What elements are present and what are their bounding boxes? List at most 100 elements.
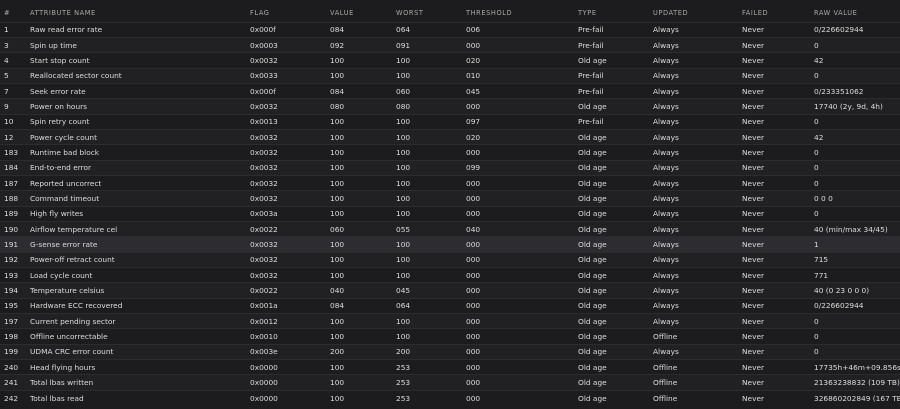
cell-attribute-name: Temperature celsius [30, 286, 105, 296]
table-row[interactable]: 3 Spin up time 0x0003 092 091 000 Pre-fail Alwa… [0, 37, 900, 53]
table-row[interactable]: 194 Temperature celsius 0x0022 040 045 000 Old… [0, 282, 900, 299]
cell-updated: Always [653, 132, 679, 142]
cell-raw-value: 0 [814, 209, 819, 219]
column-header-value[interactable]: VALUE [330, 5, 396, 22]
column-header-updated[interactable]: UPDATED [653, 5, 742, 22]
table-row[interactable]: 193 Load cycle count 0x0032 100 100 000 Old ag… [0, 267, 900, 283]
cell-updated: Always [653, 316, 679, 326]
cell-updated: Always [653, 347, 679, 357]
table-row[interactable]: 10 Spin retry count 0x0013 100 100 097 Pre-fai… [0, 114, 900, 129]
table-row[interactable]: 242 Total lbas read 0x0000 100 253 000 Old age… [0, 390, 900, 405]
table-row[interactable]: 12 Power cycle count 0x0032 100 100 020 Old ag… [0, 129, 900, 145]
cell-attribute-name: Command timeout [30, 193, 100, 203]
cell-raw-value: 0/226602944 [814, 25, 864, 35]
cell-updated: Always [653, 55, 679, 65]
table-row[interactable]: 199 UDMA CRC error count 0x003e 200 200 000 Ol… [0, 344, 900, 360]
cell-flag: 0x0012 [250, 316, 278, 326]
table-row[interactable]: 183 Runtime bad block 0x0032 100 100 000 Old a… [0, 144, 900, 160]
cell-id: 198 [4, 332, 19, 342]
table-row[interactable]: 190 Airflow temperature cel 0x0022 060 055 04… [0, 221, 900, 237]
cell-updated: Always [653, 86, 679, 96]
column-header-threshold[interactable]: THRESHOLD [466, 5, 578, 22]
table-row[interactable]: 7 Seek error rate 0x000f 084 060 045 Pre-fail A… [0, 83, 900, 98]
cell-type: Old age [578, 347, 607, 357]
cell-type: Old age [578, 101, 607, 111]
cell-raw-value: 0 [814, 332, 819, 342]
cell-updated: Always [653, 178, 679, 188]
cell-threshold: 010 [466, 71, 481, 81]
cell-value: 100 [330, 209, 345, 219]
cell-type: Old age [578, 301, 607, 311]
cell-attribute-name: Reported uncorrect [30, 178, 102, 188]
table-row[interactable]: 241 Total lbas written 0x0000 100 253 000 Old … [0, 374, 900, 391]
column-header-type[interactable]: TYPE [578, 5, 653, 22]
cell-value: 084 [330, 301, 345, 311]
cell-flag: 0x0000 [250, 378, 278, 388]
cell-failed: Never [742, 117, 765, 127]
cell-updated: Always [653, 147, 679, 157]
cell-value: 040 [330, 286, 345, 296]
cell-value: 092 [330, 40, 345, 50]
table-row[interactable]: 198 Offline uncorrectable 0x0010 100 100 000 O… [0, 328, 900, 344]
table-row[interactable]: 5 Reallocated sector count 0x0033 100 100 010… [0, 68, 900, 84]
cell-failed: Never [742, 347, 765, 357]
table-row[interactable]: 9 Power on hours 0x0032 080 080 000 Old age Alw… [0, 98, 900, 115]
cell-worst: 100 [396, 239, 411, 249]
cell-raw-value: 326860202849 (167 TB) [814, 393, 900, 403]
cell-threshold: 000 [466, 40, 481, 50]
column-header-raw-value[interactable]: RAW VALUE [814, 5, 900, 22]
cell-flag: 0x003e [250, 347, 278, 357]
cell-id: 1 [4, 25, 9, 35]
cell-type: Old age [578, 378, 607, 388]
cell-raw-value: 0 [814, 178, 819, 188]
table-row[interactable]: 1 Raw read error rate 0x000f 084 064 006 Pre-f… [0, 22, 900, 37]
cell-type: Old age [578, 193, 607, 203]
cell-flag: 0x0032 [250, 55, 278, 65]
cell-raw-value: 0 [814, 347, 819, 357]
cell-flag: 0x0032 [250, 132, 278, 142]
cell-raw-value: 0 [814, 147, 819, 157]
column-header-attribute-name[interactable]: ATTRIBUTE NAME [30, 5, 250, 22]
table-row[interactable]: 187 Reported uncorrect 0x0032 100 100 000 Old … [0, 175, 900, 190]
cell-threshold: 000 [466, 332, 481, 342]
table-row[interactable]: 184 End-to-end error 0x0032 100 100 099 Old ag… [0, 160, 900, 176]
table-row[interactable]: 4 Start stop count 0x0032 100 100 020 Old age A… [0, 52, 900, 68]
cell-value: 100 [330, 132, 345, 142]
column-header-failed[interactable]: FAILED [742, 5, 814, 22]
cell-worst: 064 [396, 301, 411, 311]
column-header-number[interactable]: # [0, 5, 30, 22]
cell-id: 195 [4, 301, 19, 311]
table-row[interactable]: 189 High fly writes 0x003a 100 100 000 Old age… [0, 206, 900, 221]
cell-worst: 100 [396, 55, 411, 65]
cell-value: 100 [330, 117, 345, 127]
cell-failed: Never [742, 270, 765, 280]
cell-updated: Always [653, 209, 679, 219]
cell-value: 100 [330, 255, 345, 265]
table-header-row: # ATTRIBUTE NAME FLAG VALUE WORST THRESH… [0, 5, 900, 22]
cell-type: Pre-fail [578, 25, 604, 35]
cell-attribute-name: UDMA CRC error count [30, 347, 114, 357]
cell-type: Old age [578, 332, 607, 342]
table-row[interactable]: 188 Command timeout 0x0032 100 100 000 Old age… [0, 190, 900, 207]
cell-failed: Never [742, 40, 765, 50]
table-row[interactable]: 192 Power-off retract count 0x0032 100 100 00… [0, 252, 900, 268]
cell-threshold: 000 [466, 209, 481, 219]
table-row[interactable]: 240 Head flying hours 0x0000 100 253 000 Old a… [0, 359, 900, 375]
table-row[interactable]: 197 Current pending sector 0x0012 100 100 000… [0, 313, 900, 329]
table-row[interactable]: 191 G-sense error rate 0x0032 100 100 000 Old … [0, 236, 900, 253]
cell-worst: 100 [396, 117, 411, 127]
table-row[interactable]: 195 Hardware ECC recovered 0x001a 084 064 000… [0, 298, 900, 313]
column-header-flag[interactable]: FLAG [250, 5, 330, 22]
cell-flag: 0x000f [250, 86, 276, 96]
cell-worst: 064 [396, 25, 411, 35]
cell-worst: 100 [396, 163, 411, 173]
cell-flag: 0x0013 [250, 117, 278, 127]
cell-worst: 100 [396, 71, 411, 81]
cell-failed: Never [742, 286, 765, 296]
cell-id: 240 [4, 362, 19, 372]
cell-flag: 0x0032 [250, 255, 278, 265]
column-header-worst[interactable]: WORST [396, 5, 466, 22]
cell-attribute-name: Reallocated sector count [30, 71, 122, 81]
cell-worst: 100 [396, 270, 411, 280]
cell-attribute-name: Total lbas read [30, 393, 84, 403]
